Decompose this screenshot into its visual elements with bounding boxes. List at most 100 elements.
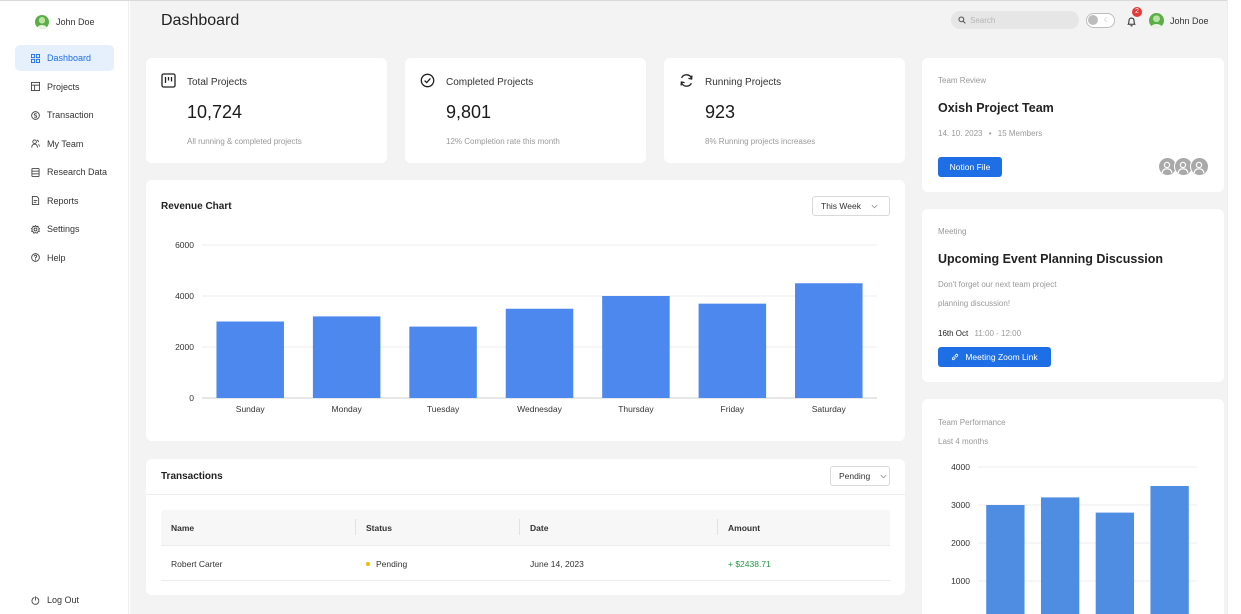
x-tick-label: Saturday bbox=[812, 404, 847, 414]
y-tick-label: 6000 bbox=[175, 240, 194, 250]
currency-icon bbox=[31, 110, 40, 120]
column-header-amount[interactable]: Amount bbox=[728, 523, 760, 533]
stat-title: Completed Projects bbox=[446, 77, 534, 88]
column-divider bbox=[717, 519, 718, 535]
sidebar-item-label: My Team bbox=[47, 138, 84, 149]
button-label: Meeting Zoom Link bbox=[965, 352, 1038, 362]
team-meta: 14. 10. 2023 • 15 Members bbox=[938, 129, 1042, 138]
member-avatar[interactable] bbox=[1190, 157, 1209, 176]
logout-icon bbox=[31, 595, 40, 605]
link-icon bbox=[952, 353, 959, 361]
main-content: Dashboard ☾ 2 John Doe Total Projects 10… bbox=[130, 1, 1227, 614]
logout-button[interactable]: Log Out bbox=[31, 595, 79, 605]
y-tick-label: 2000 bbox=[175, 342, 194, 352]
bell-icon bbox=[1127, 17, 1136, 27]
x-tick-label: Sunday bbox=[236, 404, 266, 414]
page-title: Dashboard bbox=[161, 12, 240, 29]
theme-toggle[interactable]: ☾ bbox=[1086, 13, 1115, 28]
status-dot bbox=[366, 561, 370, 566]
sidebar-item-my-team[interactable]: My Team bbox=[15, 131, 114, 157]
stat-subtext: 12% Completion rate this month bbox=[446, 137, 560, 146]
y-tick-label: 4000 bbox=[951, 462, 970, 472]
avatar bbox=[35, 15, 49, 29]
sidebar-user-name: John Doe bbox=[56, 17, 95, 27]
card-label: Team Review bbox=[938, 76, 987, 85]
revenue-bar-chart: 0 2000 4000 6000 Sunday Monday Tuesday Wednesda… bbox=[175, 240, 877, 414]
transactions-title: Transactions bbox=[161, 471, 223, 482]
meeting-date: 16th Oct bbox=[938, 329, 969, 338]
transactions-card: Transactions Pending Name Status Date Am… bbox=[146, 459, 905, 595]
app-window: John Doe Dashboard Projects Transaction … bbox=[0, 0, 1241, 614]
team-performance-bar-chart: 1000 2000 3000 4000 bbox=[951, 462, 1197, 614]
select-value: Pending bbox=[839, 471, 871, 481]
column-header-date[interactable]: Date bbox=[530, 523, 548, 533]
sidebar-item-label: Projects bbox=[47, 81, 80, 92]
notification-button[interactable]: 2 bbox=[1126, 7, 1142, 27]
meeting-zoom-link-button[interactable]: Meeting Zoom Link bbox=[938, 347, 1051, 367]
team-icon bbox=[31, 139, 40, 148]
stat-subtext: 8% Running projects increases bbox=[705, 137, 816, 146]
stat-value: 10,724 bbox=[187, 102, 243, 122]
check-circle-icon bbox=[420, 73, 435, 88]
stat-title: Total Projects bbox=[187, 77, 248, 88]
table-row[interactable]: Robert Carter Pending June 14, 2023 + $2… bbox=[161, 545, 890, 581]
stat-value: 923 bbox=[705, 102, 736, 122]
bar bbox=[216, 321, 284, 398]
kanban-board-icon bbox=[161, 73, 176, 88]
help-icon bbox=[31, 253, 40, 262]
sidebar-item-settings[interactable]: Settings bbox=[15, 216, 114, 242]
sidebar-nav: Dashboard Projects Transaction My Team R… bbox=[15, 45, 114, 273]
search-input[interactable] bbox=[970, 15, 1070, 25]
kanban-icon bbox=[31, 82, 40, 91]
team-performance-card: Team Performance Last 4 months 1000 2000 3… bbox=[922, 399, 1224, 614]
refresh-icon bbox=[680, 74, 693, 87]
y-tick-label: 4000 bbox=[175, 291, 194, 301]
team-members: 15 Members bbox=[997, 129, 1043, 138]
cell-name: Robert Carter bbox=[171, 559, 223, 569]
cell-status: Pending bbox=[366, 559, 407, 569]
transactions-filter-select[interactable]: Pending bbox=[830, 466, 890, 486]
meeting-description-line: planning discussion! bbox=[938, 299, 1011, 308]
y-tick-label: 3000 bbox=[951, 500, 970, 510]
sidebar-item-dashboard[interactable]: Dashboard bbox=[15, 45, 114, 71]
column-header-status[interactable]: Status bbox=[366, 523, 392, 533]
header-user-menu[interactable]: John Doe bbox=[1149, 13, 1209, 28]
logout-label: Log Out bbox=[47, 595, 80, 605]
bar bbox=[698, 303, 767, 398]
y-tick-label: 0 bbox=[189, 393, 194, 403]
report-icon bbox=[31, 196, 40, 205]
status-label: Pending bbox=[376, 559, 408, 569]
cell-amount: + $2438.71 bbox=[728, 559, 771, 569]
button-label: Notion File bbox=[949, 162, 991, 172]
team-date: 14. 10. 2023 bbox=[938, 129, 983, 138]
bar bbox=[795, 283, 863, 398]
notification-badge: 2 bbox=[1132, 7, 1142, 17]
window-right-edge bbox=[1227, 0, 1241, 614]
meta-separator: • bbox=[988, 129, 992, 138]
stat-subtext: All running & completed projects bbox=[187, 137, 302, 146]
sidebar-item-research-data[interactable]: Research Data bbox=[15, 159, 114, 185]
x-tick-label: Thursday bbox=[618, 404, 654, 414]
sidebar-user[interactable]: John Doe bbox=[35, 15, 95, 29]
divider bbox=[146, 494, 905, 495]
sidebar-item-label: Transaction bbox=[47, 110, 94, 120]
sidebar-item-projects[interactable]: Projects bbox=[15, 74, 114, 100]
notion-file-button[interactable]: Notion File bbox=[938, 157, 1002, 177]
gear-icon bbox=[31, 224, 40, 234]
sidebar-item-label: Reports bbox=[47, 195, 79, 206]
user-icon bbox=[1161, 161, 1173, 174]
moon-icon: ☾ bbox=[1103, 17, 1110, 24]
bar bbox=[312, 316, 381, 398]
column-divider bbox=[355, 519, 356, 535]
sidebar-item-reports[interactable]: Reports bbox=[15, 188, 114, 214]
search-bar[interactable] bbox=[951, 11, 1079, 29]
column-header-name[interactable]: Name bbox=[171, 523, 194, 533]
sidebar-item-help[interactable]: Help bbox=[15, 245, 114, 271]
sidebar-item-transaction[interactable]: Transaction bbox=[15, 102, 114, 128]
sidebar-item-label: Help bbox=[47, 252, 66, 263]
x-tick-label: Monday bbox=[332, 404, 363, 414]
avatar bbox=[1149, 13, 1164, 28]
bar bbox=[602, 296, 670, 398]
meeting-time: 11:00 - 12:00 bbox=[974, 329, 1022, 338]
bar bbox=[505, 308, 574, 398]
